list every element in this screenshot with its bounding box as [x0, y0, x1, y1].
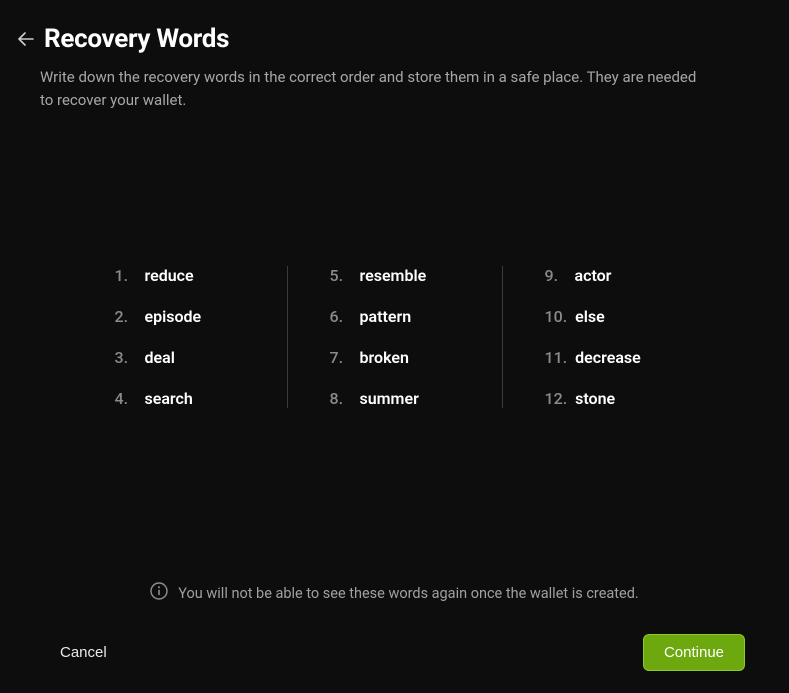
recovery-word-item: 9. actor [545, 266, 675, 285]
word-index: 3. [115, 348, 137, 367]
info-icon [150, 582, 168, 604]
recovery-word-item: 4. search [115, 389, 245, 408]
recovery-words-panel: 1. reduce 2. episode 3. deal 4. search 5… [0, 111, 789, 562]
recovery-word-item: 11. decrease [545, 348, 675, 367]
recovery-word-item: 6. pattern [330, 307, 460, 326]
word-index: 7. [330, 348, 352, 367]
word-index: 2. [115, 307, 137, 326]
page-title: Recovery Words [44, 24, 229, 54]
word-index: 8. [330, 389, 352, 408]
word-value: resemble [360, 266, 427, 285]
warning-text: You will not be able to see these words … [178, 585, 638, 602]
page-subtitle: Write down the recovery words in the cor… [0, 62, 740, 111]
word-index: 11. [545, 348, 568, 367]
word-index: 9. [545, 266, 567, 285]
word-value: stone [575, 389, 615, 408]
word-value: decrease [575, 348, 641, 367]
recovery-word-item: 7. broken [330, 348, 460, 367]
word-index: 4. [115, 389, 137, 408]
warning-message: You will not be able to see these words … [0, 562, 789, 616]
cancel-button[interactable]: Cancel [56, 636, 111, 669]
word-value: pattern [360, 307, 412, 326]
word-value: deal [145, 348, 175, 367]
word-value: reduce [145, 266, 194, 285]
word-value: summer [360, 389, 419, 408]
recovery-word-item: 1. reduce [115, 266, 245, 285]
recovery-word-item: 5. resemble [330, 266, 460, 285]
word-value: episode [145, 307, 202, 326]
recovery-word-item: 10. else [545, 307, 675, 326]
back-arrow-icon[interactable] [18, 31, 34, 50]
continue-button[interactable]: Continue [643, 634, 745, 671]
word-value: else [575, 307, 605, 326]
word-index: 10. [545, 307, 568, 326]
recovery-word-item: 2. episode [115, 307, 245, 326]
word-value: search [145, 389, 193, 408]
recovery-word-item: 3. deal [115, 348, 245, 367]
word-index: 1. [115, 266, 137, 285]
word-value: actor [575, 266, 612, 285]
word-index: 5. [330, 266, 352, 285]
word-index: 6. [330, 307, 352, 326]
word-value: broken [360, 348, 409, 367]
recovery-word-item: 8. summer [330, 389, 460, 408]
recovery-word-item: 12. stone [545, 389, 675, 408]
word-index: 12. [545, 389, 568, 408]
